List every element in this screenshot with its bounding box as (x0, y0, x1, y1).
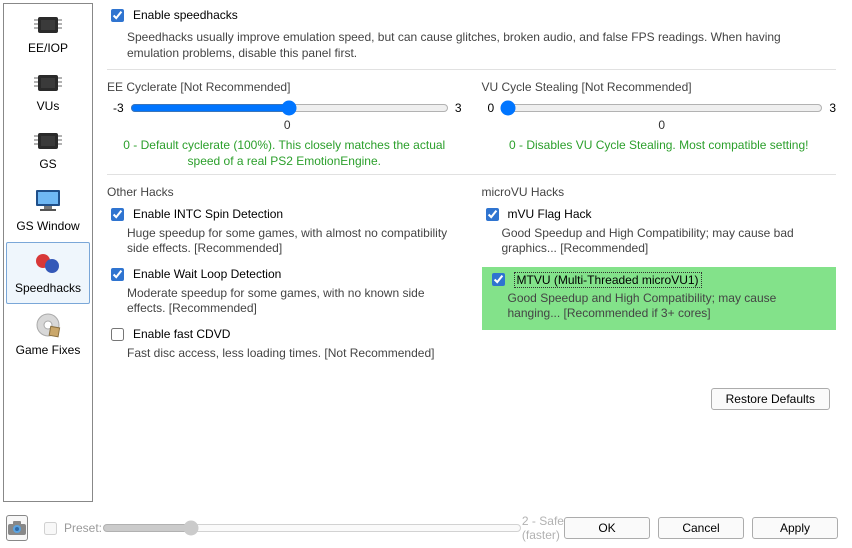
sidebar-item-label: GS Window (16, 219, 79, 233)
enable-speedhacks-label: Enable speedhacks (133, 8, 238, 22)
fast-cdvd-checkbox[interactable] (111, 328, 124, 341)
ok-button[interactable]: OK (564, 517, 650, 539)
intc-label: Enable INTC Spin Detection (133, 207, 283, 221)
sidebar-item-ee-iop[interactable]: EE/IOP (6, 6, 90, 64)
mvu-flag-label: mVU Flag Hack (508, 207, 592, 221)
pills-icon (32, 249, 64, 277)
fast-cdvd-desc: Fast disc access, less loading times. [N… (127, 346, 462, 362)
bottom-bar: Preset: 2 - Safe (faster) OK Cancel Appl… (0, 510, 852, 548)
ee-slider-max: 3 (455, 101, 462, 115)
ee-cyclerate-desc: 0 - Default cyclerate (100%). This close… (107, 138, 462, 169)
sidebar-item-gs-window[interactable]: GS Window (6, 180, 90, 242)
divider (107, 69, 836, 70)
intc-checkbox[interactable] (111, 208, 124, 221)
mtvu-checkbox[interactable] (492, 273, 505, 286)
mtvu-desc: Good Speedup and High Compatibility; may… (508, 291, 831, 322)
restore-defaults-button[interactable]: Restore Defaults (711, 388, 830, 410)
microvu-title: microVU Hacks (482, 185, 837, 199)
mvu-flag-desc: Good Speedup and High Compatibility; may… (502, 226, 837, 257)
mvu-flag-checkbox[interactable] (486, 208, 499, 221)
chip-icon (32, 13, 64, 37)
sidebar-item-label: Game Fixes (16, 343, 81, 357)
sidebar-item-label: Speedhacks (15, 281, 81, 295)
camera-icon (7, 520, 27, 536)
sidebar-item-gs[interactable]: GS (6, 122, 90, 180)
monitor-icon (32, 187, 64, 215)
sidebar-item-game-fixes[interactable]: Game Fixes (6, 304, 90, 366)
sidebar-item-label: GS (39, 157, 56, 171)
chip-icon (32, 71, 64, 95)
ee-slider-min: -3 (113, 101, 124, 115)
vu-cycle-slider[interactable] (500, 100, 823, 116)
ee-slider-center: 0 (113, 118, 462, 132)
enable-speedhacks-desc: Speedhacks usually improve emulation spe… (127, 29, 836, 61)
mtvu-label: MTVU (Multi-Threaded microVU1) (514, 272, 702, 288)
mtvu-hack-box: MTVU (Multi-Threaded microVU1) Good Spee… (482, 267, 837, 330)
preset-slider[interactable] (102, 520, 522, 536)
other-hacks-title: Other Hacks (107, 185, 462, 199)
sidebar-item-speedhacks[interactable]: Speedhacks (6, 242, 90, 304)
apply-button[interactable]: Apply (752, 517, 838, 539)
screenshot-button[interactable] (6, 515, 28, 541)
vu-cycle-title: VU Cycle Stealing [Not Recommended] (482, 80, 837, 94)
preset-desc: 2 - Safe (faster) (522, 514, 564, 542)
sidebar-item-label: EE/IOP (28, 41, 68, 55)
sidebar-item-vus[interactable]: VUs (6, 64, 90, 122)
vu-slider-min: 0 (488, 101, 495, 115)
chip-icon (32, 129, 64, 153)
vu-cycle-desc: 0 - Disables VU Cycle Stealing. Most com… (482, 138, 837, 154)
ee-cyclerate-slider[interactable] (130, 100, 449, 116)
fast-cdvd-label: Enable fast CDVD (133, 327, 230, 341)
preset-label: Preset: (64, 521, 102, 535)
cancel-button[interactable]: Cancel (658, 517, 744, 539)
settings-sidebar: EE/IOP VUs GS GS Window Speedhacks Game … (3, 3, 93, 502)
preset-checkbox[interactable] (44, 522, 57, 535)
vu-slider-center: 0 (488, 118, 837, 132)
wait-loop-desc: Moderate speedup for some games, with no… (127, 286, 462, 317)
wait-loop-checkbox[interactable] (111, 268, 124, 281)
content-pane: Enable speedhacks Speedhacks usually imp… (93, 0, 852, 505)
sidebar-item-label: VUs (37, 99, 60, 113)
enable-speedhacks-checkbox[interactable] (111, 9, 124, 22)
disc-patch-icon (32, 311, 64, 339)
wait-loop-label: Enable Wait Loop Detection (133, 267, 281, 281)
vu-slider-max: 3 (829, 101, 836, 115)
divider (107, 174, 836, 175)
ee-cyclerate-title: EE Cyclerate [Not Recommended] (107, 80, 462, 94)
intc-desc: Huge speedup for some games, with almost… (127, 226, 462, 257)
